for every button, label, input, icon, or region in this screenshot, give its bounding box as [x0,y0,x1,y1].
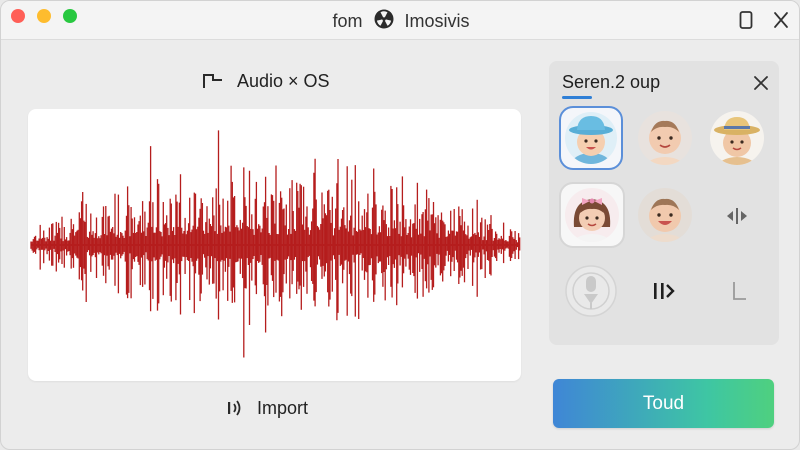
avatar-option-smiling[interactable] [633,183,697,247]
avatar-option-plain[interactable] [633,106,697,170]
mic-disabled-icon [565,265,617,317]
import-button[interactable]: Import [223,393,333,423]
audio-title: Audio × OS [237,70,330,91]
bar-arrow-button[interactable] [633,261,693,321]
window-title-left: fom [332,10,363,31]
avatar-option-straw-hat[interactable] [705,106,769,170]
baby-avatar-plain [638,111,692,165]
baby-avatar-straw-hat [710,111,764,165]
baby-avatar-bow [565,188,619,242]
panel-tab-indicator [562,96,592,99]
corner-button[interactable] [709,261,769,321]
split-arrows-button[interactable] [707,186,767,246]
corner-icon [733,282,746,300]
window-title: fom Imosivis [1,9,799,32]
audio-waves-icon [228,400,241,416]
audio-header: Audio × OS [201,67,361,95]
baby-avatar-smiling [638,188,692,242]
import-label: Import [257,397,309,418]
waveform-strokes [30,130,521,358]
panel-close-icon[interactable] [753,75,769,91]
waveform-card[interactable] [28,109,521,381]
app-window: fom Imosivis Audio × OS Import Seren.2 o… [0,0,800,450]
waveform [30,130,521,358]
close-icon[interactable] [773,11,789,29]
avatar-panel: Seren.2 oup [549,61,779,345]
baby-avatar-blue-hat [565,112,617,164]
step-icon [203,74,222,88]
split-arrows-icon [727,208,747,224]
panel-title: Seren.2 oup [562,72,661,92]
avatar-option-bow[interactable] [559,182,625,248]
title-bar: fom Imosivis [1,1,799,40]
tablet-icon[interactable] [739,11,753,29]
mic-button-disabled[interactable] [561,261,621,321]
window-title-right: Imosivis [404,10,470,31]
bar-arrow-icon [654,283,675,299]
toud-button[interactable]: Toud [553,379,774,428]
avatar-option-blue-hat[interactable] [559,106,623,170]
app-logo-icon [374,9,393,29]
